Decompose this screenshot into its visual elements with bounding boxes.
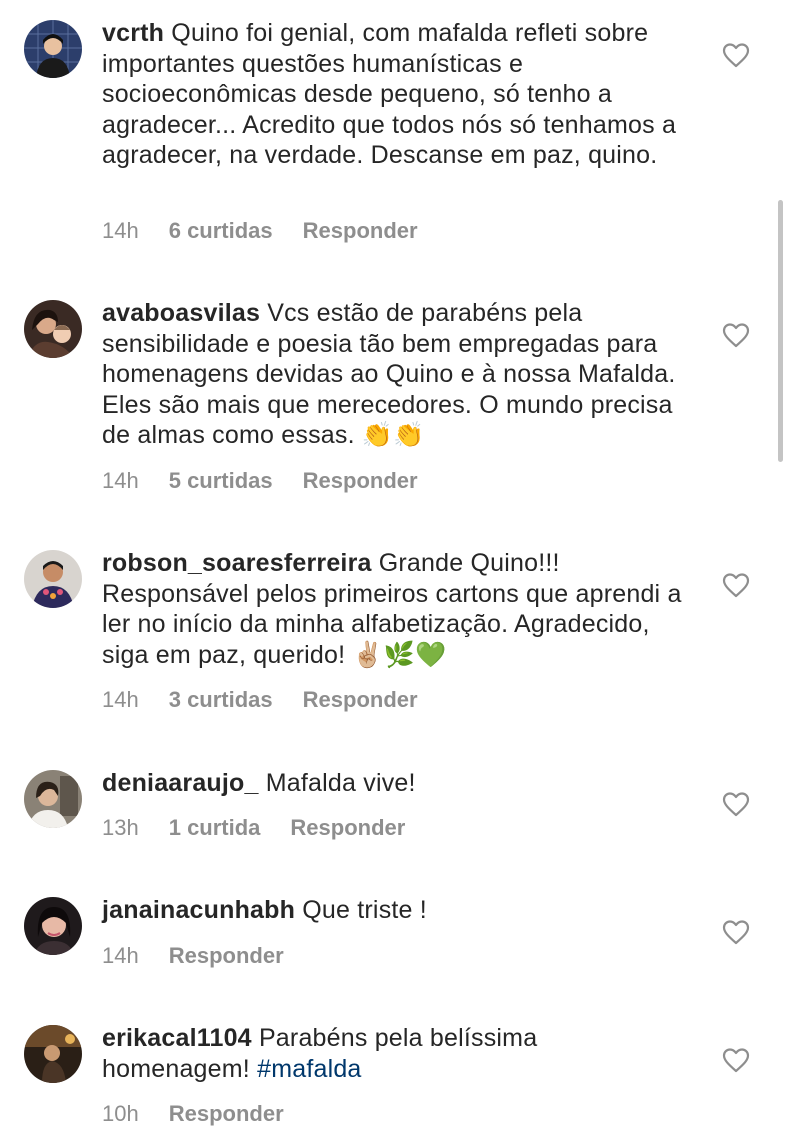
comment-username[interactable]: deniaaraujo_ (102, 769, 259, 797)
scrollbar[interactable] (778, 200, 783, 462)
like-count[interactable]: 5 curtidas (169, 468, 273, 494)
heart-icon[interactable] (722, 322, 750, 348)
heart-icon[interactable] (722, 572, 750, 598)
comment-text: Que triste ! (302, 896, 427, 924)
avatar[interactable] (24, 770, 82, 828)
comment-text: Mafalda vive! (265, 769, 416, 797)
reply-button[interactable]: Responder (169, 1101, 284, 1127)
comment-body: erikacal1104 Parabéns pela belíssima hom… (102, 1023, 682, 1084)
comment-meta: 13h 1 curtida Responder (102, 815, 405, 841)
comment-meta: 10h Responder (102, 1101, 284, 1127)
comment-username[interactable]: janainacunhabh (102, 896, 295, 924)
comment-username[interactable]: robson_soaresferreira (102, 549, 372, 577)
avatar[interactable] (24, 300, 82, 358)
comment-username[interactable]: vcrth (102, 19, 164, 47)
comment-time: 14h (102, 218, 139, 243)
heart-icon[interactable] (722, 791, 750, 817)
like-count[interactable]: 6 curtidas (169, 218, 273, 244)
comment-meta: 14h 3 curtidas Responder (102, 687, 418, 713)
hashtag-link[interactable]: #mafalda (257, 1055, 361, 1083)
comment-username[interactable]: avaboasvilas (102, 299, 260, 327)
reply-button[interactable]: Responder (290, 815, 405, 841)
comment-body: avaboasvilas Vcs estão de parabéns pela … (102, 298, 682, 451)
reply-button[interactable]: Responder (303, 218, 418, 244)
avatar[interactable] (24, 20, 82, 78)
comment-time: 13h (102, 815, 139, 840)
comment-meta: 14h 5 curtidas Responder (102, 468, 418, 494)
heart-icon[interactable] (722, 919, 750, 945)
comment-body: robson_soaresferreira Grande Quino!!! Re… (102, 548, 682, 670)
avatar[interactable] (24, 550, 82, 608)
comment-time: 14h (102, 687, 139, 712)
avatar[interactable] (24, 1025, 82, 1083)
reply-button[interactable]: Responder (303, 468, 418, 494)
heart-icon[interactable] (722, 1047, 750, 1073)
comment-username[interactable]: erikacal1104 (102, 1024, 252, 1052)
comment-meta: 14h Responder (102, 943, 284, 969)
avatar[interactable] (24, 897, 82, 955)
heart-icon[interactable] (722, 42, 750, 68)
reply-button[interactable]: Responder (303, 687, 418, 713)
comment-meta: 14h 6 curtidas Responder (102, 218, 418, 244)
comment-time: 14h (102, 943, 139, 968)
comment-list: vcrth Quino foi genial, com mafalda refl… (0, 0, 790, 1143)
reply-button[interactable]: Responder (169, 943, 284, 969)
comment-time: 10h (102, 1101, 139, 1126)
like-count[interactable]: 1 curtida (169, 815, 261, 841)
comment-body: deniaaraujo_ Mafalda vive! (102, 768, 682, 799)
like-count[interactable]: 3 curtidas (169, 687, 273, 713)
comment-body: vcrth Quino foi genial, com mafalda refl… (102, 18, 682, 171)
comment-time: 14h (102, 468, 139, 493)
comment-text: Quino foi genial, com mafalda refleti so… (102, 19, 677, 169)
comment-body: janainacunhabh Que triste ! (102, 895, 682, 926)
